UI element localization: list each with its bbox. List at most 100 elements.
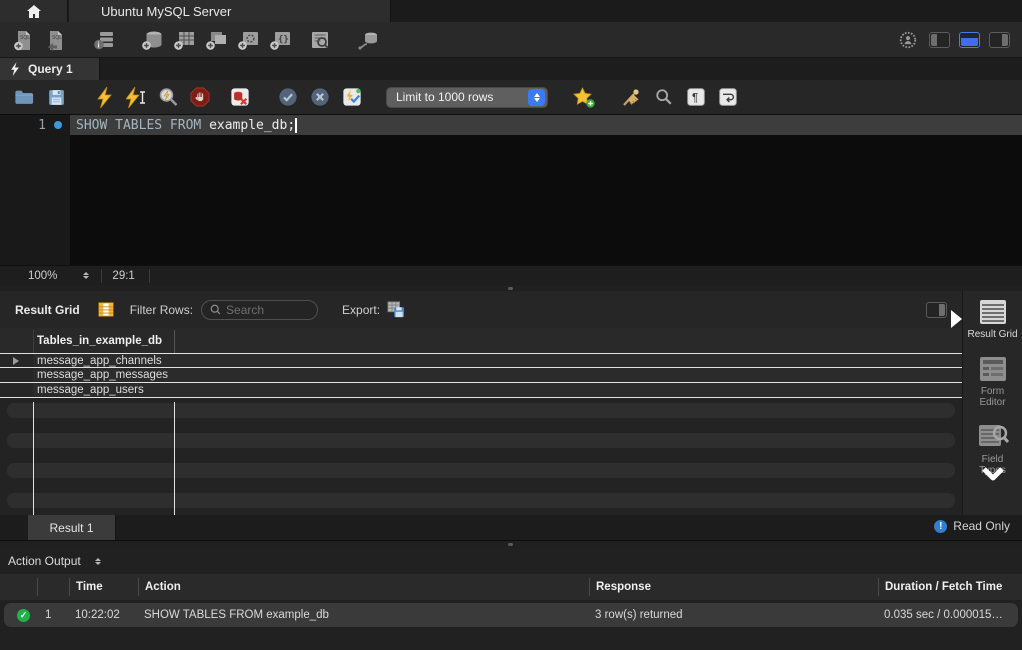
header-divider [33,330,34,353]
side-panel-label: Result Grid [968,329,1018,341]
row-gutter[interactable] [0,354,33,367]
execute-statement-button[interactable] [124,85,148,109]
response-column-header[interactable]: Response [589,578,878,596]
execute-script-button[interactable] [92,85,116,109]
explain-plan-button[interactable] [156,85,180,109]
filter-rows-label: Filter Rows: [130,303,193,317]
splitter-grip [508,287,513,290]
grid-options-button[interactable] [94,298,118,322]
response-cell: 3 row(s) returned [589,609,878,621]
select-stepper-icon [528,89,545,106]
side-panel-item-result-grid[interactable]: Result Grid [968,298,1018,341]
stop-query-button[interactable] [188,85,212,109]
query-tab-label: Query 1 [28,62,73,76]
export-button[interactable] [384,298,408,322]
grid-column-header[interactable]: Tables_in_example_db [0,328,962,353]
svg-text:¶: ¶ [692,92,698,105]
tab-query-1[interactable]: Query 1 [0,58,100,80]
result-grid: Tables_in_example_db message_app_channel… [0,328,962,515]
toggle-right-panel-button[interactable] [989,32,1010,48]
action-output-header: Action Output [0,548,1022,574]
mysql-workbench-window: Ubuntu MySQL Server SQL SQL i {} [0,0,1022,650]
reconnect-icon [356,29,380,51]
star-plus-icon [573,87,596,108]
toggle-grid-side-panel-button[interactable] [926,302,947,318]
inspector-button[interactable]: i [92,28,116,52]
info-icon: ! [934,520,947,533]
rollback-button[interactable] [308,85,332,109]
action-output-row[interactable]: ✓ 1 10:22:02 SHOW TABLES FROM example_db… [4,603,1018,627]
commit-button[interactable] [276,85,300,109]
table-row[interactable]: message_app_channels [0,353,962,368]
grid-vertical-line [174,402,175,515]
editor-line-1: 1 [0,115,1022,135]
open-script-button[interactable] [12,85,36,109]
create-procedure-button[interactable] [236,28,260,52]
toggle-invisibles-button[interactable]: ¶ [684,85,708,109]
limit-rows-value: Limit to 1000 rows [396,90,493,104]
toggle-autocommit-button[interactable] [340,85,364,109]
index-cell: 1 [37,609,69,621]
save-icon [47,88,66,107]
toggle-stop-on-error-button[interactable] [228,85,252,109]
table-row[interactable]: message_app_users [0,383,962,398]
new-view-icon [205,29,228,51]
result-tab-bar: Result 1 ! Read Only [0,515,1022,540]
chevron-down-icon[interactable] [980,467,1006,481]
create-view-button[interactable] [204,28,228,52]
row-gutter[interactable] [0,368,33,382]
preferences-badge-button[interactable] [896,28,920,52]
caret-position: 29:1 [112,270,134,282]
table-cell[interactable]: message_app_users [33,383,174,397]
autocommit-icon [342,87,362,107]
toggle-left-panel-button[interactable] [929,32,950,48]
search-input[interactable] [226,303,306,317]
create-table-button[interactable] [172,28,196,52]
duration-column-header[interactable]: Duration / Fetch Time [878,578,1022,596]
table-cell[interactable]: message_app_messages [33,368,174,382]
search-icon [210,304,221,315]
splitter-results-output[interactable] [0,540,1022,548]
table-row[interactable]: message_app_messages [0,368,962,383]
create-function-button[interactable]: {} [268,28,292,52]
sql-editor[interactable]: SHOW TABLES FROM example_db; 1 [0,115,1022,265]
grid-columns-icon [98,302,114,317]
connection-tab[interactable]: Ubuntu MySQL Server [69,0,391,22]
grid-vertical-line [33,402,34,515]
reconnect-dbms-button[interactable] [356,28,380,52]
grid-rows: message_app_channels message_app_message… [0,353,962,398]
open-sql-script-button[interactable]: SQL [44,28,68,52]
search-table-data-button[interactable] [308,28,332,52]
query-tab-bar: Query 1 [0,58,1022,80]
find-button[interactable] [652,85,676,109]
index-column [37,578,69,596]
create-schema-button[interactable] [140,28,164,52]
beautify-query-button[interactable] [620,85,644,109]
result-grid-icon [978,298,1008,326]
time-column-header[interactable]: Time [69,578,138,596]
server-info-icon: i [93,29,115,51]
new-query-tab-button[interactable]: SQL [12,28,36,52]
limit-rows-select[interactable]: Limit to 1000 rows [386,87,548,108]
zoom-stepper[interactable] [83,272,89,279]
toggle-bottom-panel-button[interactable] [959,32,980,48]
query-toolbar: Limit to 1000 rows ¶ [0,80,1022,115]
commit-check-icon [278,87,298,107]
side-panel-item-form-editor[interactable]: Form Editor [968,355,1018,409]
action-column-header[interactable]: Action [138,578,589,596]
home-tab[interactable] [0,0,68,22]
side-panel-item-field-types[interactable]: Field Types [968,423,1018,481]
stop-hand-icon [190,87,210,107]
add-snippet-button[interactable] [572,85,596,109]
rollback-x-icon [310,87,330,107]
row-gutter[interactable] [0,383,33,397]
save-script-button[interactable] [44,85,68,109]
output-selector-stepper[interactable] [95,558,101,565]
filter-search-box[interactable] [201,300,318,320]
toggle-word-wrap-button[interactable] [716,85,740,109]
table-cell[interactable]: message_app_channels [33,354,174,367]
tab-result-1[interactable]: Result 1 [28,515,116,540]
result-side-panel: Result Grid Form Editor Field Types [962,291,1022,515]
new-procedure-icon [237,29,260,51]
connection-tab-label: Ubuntu MySQL Server [101,4,231,19]
